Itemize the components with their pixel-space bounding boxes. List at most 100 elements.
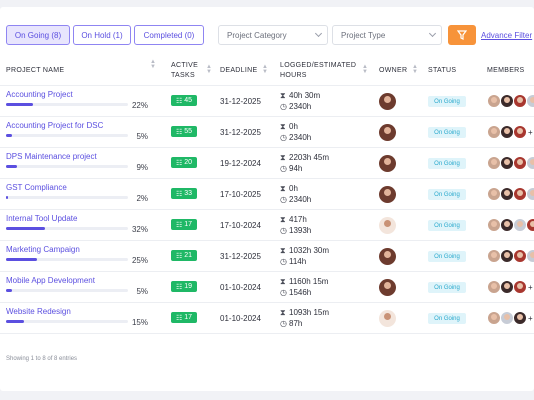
tab-completed[interactable]: Completed (0) [134, 25, 204, 45]
owner-avatar[interactable] [379, 248, 396, 265]
active-tasks-badge[interactable]: ☷ 17 [171, 312, 197, 323]
member-avatar[interactable] [500, 187, 514, 201]
progress-fill [6, 196, 9, 199]
member-avatar[interactable] [513, 280, 527, 294]
status-badge: On Going [428, 313, 466, 324]
members-avatar-group[interactable]: + [487, 249, 534, 264]
task-list-icon: ☷ [175, 283, 183, 291]
table-row[interactable]: Marketing Campaign 25% ☷ 21 31-12-2025 ⧗ 1… [0, 241, 534, 272]
task-list-icon: ☷ [175, 314, 183, 322]
member-avatar[interactable] [487, 187, 501, 201]
member-avatar[interactable] [487, 249, 501, 263]
active-tasks-badge[interactable]: ☷ 19 [171, 281, 197, 292]
table-row[interactable]: Internal Tool Update 32% ☷ 17 17-10-2024 … [0, 210, 534, 241]
more-members-icon[interactable]: + [528, 314, 533, 323]
member-avatar[interactable] [487, 280, 501, 294]
logged-estimated-hours: ⧗ 40h 30m ◷ 2340h [280, 90, 320, 112]
member-avatar[interactable] [500, 125, 514, 139]
advance-filter-link[interactable]: Advance Filter [481, 31, 532, 40]
members-avatar-group[interactable]: + [487, 311, 534, 326]
project-name-link[interactable]: Marketing Campaign [6, 245, 80, 254]
member-avatar[interactable] [487, 156, 501, 170]
member-avatar[interactable] [487, 311, 501, 325]
member-avatar[interactable] [513, 187, 527, 201]
owner-avatar[interactable] [379, 93, 396, 110]
member-avatar[interactable] [500, 156, 514, 170]
member-avatar[interactable] [500, 280, 514, 294]
members-avatar-group[interactable]: + [487, 218, 534, 233]
member-avatar[interactable] [500, 218, 514, 232]
project-name-link[interactable]: DPS Maintenance project [6, 152, 97, 161]
column-header-project-name[interactable]: PROJECT NAME [6, 66, 64, 76]
table-row[interactable]: Website Redesign 15% ☷ 17 01-10-2024 ⧗ 109… [0, 303, 534, 334]
members-avatar-group[interactable]: + [487, 280, 534, 295]
member-avatar[interactable] [526, 218, 534, 232]
members-avatar-group[interactable]: + [487, 125, 534, 140]
owner-avatar[interactable] [379, 186, 396, 203]
active-tasks-badge[interactable]: ☷ 17 [171, 219, 197, 230]
owner-avatar[interactable] [379, 124, 396, 141]
status-badge: On Going [428, 96, 466, 107]
member-avatar[interactable] [526, 156, 534, 170]
active-tasks-badge[interactable]: ☷ 33 [171, 188, 197, 199]
owner-avatar[interactable] [379, 217, 396, 234]
member-avatar[interactable] [487, 125, 501, 139]
member-avatar[interactable] [500, 94, 514, 108]
logged-estimated-hours: ⧗ 2203h 45m ◷ 94h [280, 152, 329, 174]
logged-hours: 0h [289, 184, 298, 193]
progress-fill [6, 165, 17, 168]
table-row[interactable]: Mobile App Development 5% ☷ 19 01-10-2024… [0, 272, 534, 303]
members-avatar-group[interactable]: + [487, 156, 534, 171]
member-avatar[interactable] [487, 94, 501, 108]
sort-icon[interactable]: ▲ ▼ [262, 64, 268, 75]
member-avatar[interactable] [513, 249, 527, 263]
column-header-active-tasks-line1[interactable]: ACTIVE [171, 61, 198, 71]
chevron-down-icon [314, 29, 323, 38]
active-tasks-badge[interactable]: ☷ 20 [171, 157, 197, 168]
project-name-link[interactable]: Website Redesign [6, 307, 71, 316]
member-avatar[interactable] [513, 156, 527, 170]
active-tasks-badge[interactable]: ☷ 45 [171, 95, 197, 106]
project-name-link[interactable]: Accounting Project for DSC [6, 121, 103, 130]
member-avatar[interactable] [513, 218, 527, 232]
member-avatar[interactable] [526, 249, 534, 263]
sort-icon[interactable]: ▲ ▼ [412, 64, 418, 75]
member-avatar[interactable] [513, 125, 527, 139]
project-category-select[interactable]: Project Category [218, 25, 328, 45]
more-members-icon[interactable]: + [528, 283, 533, 292]
filter-button[interactable] [448, 25, 476, 45]
table-row[interactable]: Accounting Project for DSC 5% ☷ 55 31-12-… [0, 117, 534, 148]
owner-avatar[interactable] [379, 155, 396, 172]
active-tasks-badge[interactable]: ☷ 21 [171, 250, 197, 261]
project-name-link[interactable]: Mobile App Development [6, 276, 95, 285]
sort-icon[interactable]: ▲ ▼ [206, 64, 212, 75]
table-row[interactable]: GST Compliance 2% ☷ 33 17-10-2025 ⧗ 0h ◷ 23… [0, 179, 534, 210]
column-header-deadline[interactable]: DEADLINE [220, 66, 257, 76]
member-avatar[interactable] [513, 311, 527, 325]
column-header-logged-line1[interactable]: LOGGED/ESTIMATED [280, 61, 356, 71]
sort-icon[interactable]: ▲ ▼ [362, 64, 368, 75]
table-row[interactable]: DPS Maintenance project 9% ☷ 20 19-12-202… [0, 148, 534, 179]
active-tasks-badge[interactable]: ☷ 55 [171, 126, 197, 137]
owner-avatar[interactable] [379, 310, 396, 327]
member-avatar[interactable] [500, 311, 514, 325]
column-header-members: MEMBERS [487, 67, 525, 74]
project-name-link[interactable]: Accounting Project [6, 90, 73, 99]
tab-on-going[interactable]: On Going (8) [6, 25, 70, 45]
project-name-link[interactable]: GST Compliance [6, 183, 67, 192]
more-members-icon[interactable]: + [528, 128, 533, 137]
member-avatar[interactable] [526, 94, 534, 108]
member-avatar[interactable] [500, 249, 514, 263]
progress-bar [6, 227, 128, 230]
member-avatar[interactable] [526, 187, 534, 201]
members-avatar-group[interactable]: + [487, 187, 534, 202]
table-row[interactable]: Accounting Project 22% ☷ 45 31-12-2025 ⧗ 4… [0, 86, 534, 117]
sort-icon[interactable]: ▲ ▼ [150, 59, 156, 70]
members-avatar-group[interactable]: + [487, 94, 534, 109]
project-name-link[interactable]: Internal Tool Update [6, 214, 77, 223]
tab-on-hold[interactable]: On Hold (1) [73, 25, 131, 45]
member-avatar[interactable] [487, 218, 501, 232]
member-avatar[interactable] [513, 94, 527, 108]
project-type-select[interactable]: Project Type [332, 25, 442, 45]
owner-avatar[interactable] [379, 279, 396, 296]
